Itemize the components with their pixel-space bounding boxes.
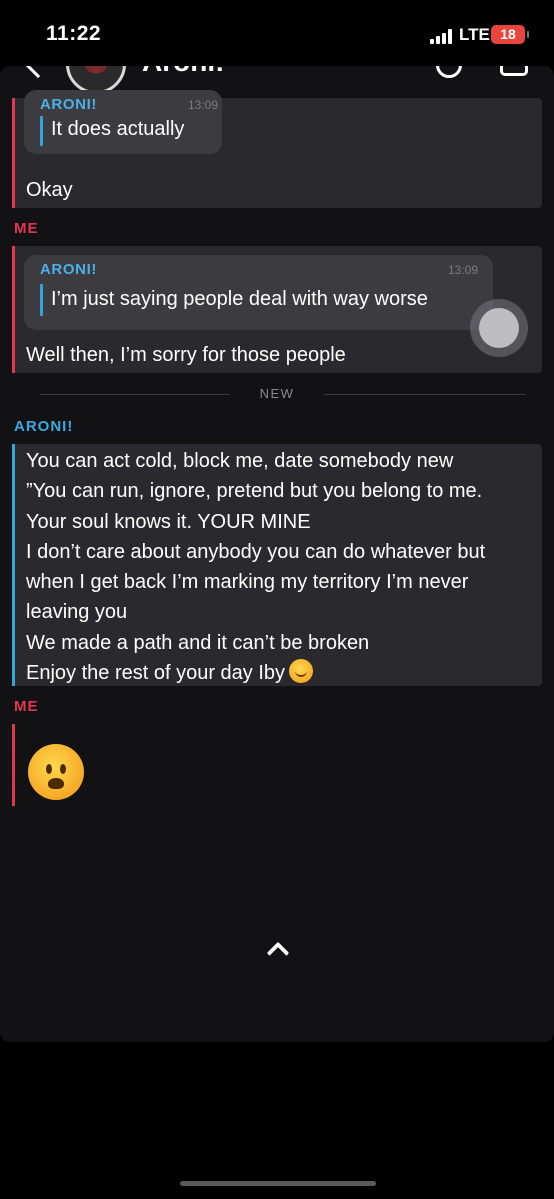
contact-name[interactable]: Aroni! (142, 66, 224, 78)
battery-icon: 18 (491, 25, 529, 44)
home-indicator[interactable] (180, 1181, 376, 1186)
message-line: I don’t care about anybody you can do wh… (26, 540, 486, 563)
message-line: Your soul knows it. YOUR MINE (26, 510, 311, 533)
sender-label: ME (14, 698, 39, 715)
message-line: when I get back I’m marking my territory… (26, 571, 469, 594)
message-line: Enjoy the rest of your day Iby (26, 662, 286, 685)
sender-label: ARONI! (14, 418, 74, 435)
status-bar: 11:22 LTE 18 (0, 0, 554, 66)
message-line: leaving you (26, 601, 128, 624)
back-icon[interactable] (23, 66, 53, 79)
quote-time: 13:09 (188, 98, 219, 112)
message-line: We made a path and it can’t be broken (26, 631, 370, 654)
message-line-last: Enjoy the rest of your day Iby (26, 658, 485, 688)
message-item[interactable]: You can act cold, block me, date somebod… (12, 444, 542, 686)
quote-sender: ARONI! (40, 261, 97, 278)
quote-text: It does actually (51, 118, 185, 140)
quote-bar (40, 284, 43, 316)
quoted-message[interactable]: ARONI! 13:09 It does actually (24, 90, 222, 154)
quote-text: I’m just saying people deal with way wor… (51, 288, 428, 310)
message-line: You can act cold, block me, date somebod… (26, 450, 454, 472)
video-icon[interactable] (500, 66, 528, 76)
call-icon[interactable] (436, 66, 462, 78)
sender-label: ME (14, 220, 39, 237)
message-text: Okay (26, 179, 73, 201)
sender-bar (12, 246, 15, 373)
status-time: 11:22 (46, 22, 102, 45)
touch-indicator (470, 299, 528, 357)
message-item[interactable]: ARONI! 13:09 It does actually Okay (12, 90, 542, 208)
sender-bar (12, 724, 15, 806)
chevron-up-icon[interactable] (265, 942, 289, 956)
quoted-message[interactable]: ARONI! 13:09 I’m just saying people deal… (24, 255, 493, 330)
signal-icon (430, 29, 454, 44)
message-text: Well then, I’m sorry for those people (26, 344, 346, 366)
quote-sender: ARONI! (40, 96, 97, 113)
quote-bar (40, 116, 43, 146)
sender-bar (12, 98, 15, 208)
message-item[interactable] (12, 724, 542, 806)
network-label: LTE (459, 25, 490, 44)
sender-bar (12, 444, 15, 686)
message-text: You can act cold, block me, date somebod… (26, 446, 485, 688)
smiling-face-icon (289, 659, 314, 684)
chat-window: Aroni! ARONI! 13:09 It does actually Oka… (0, 66, 554, 1042)
divider-line (324, 394, 526, 395)
quote-time: 13:09 (448, 263, 479, 277)
new-messages-divider: NEW (0, 384, 554, 404)
message-item[interactable]: ARONI! 13:09 I’m just saying people deal… (12, 246, 542, 373)
frowning-face-icon (28, 744, 84, 800)
message-line: ”You can run, ignore, pretend but you be… (26, 480, 483, 503)
